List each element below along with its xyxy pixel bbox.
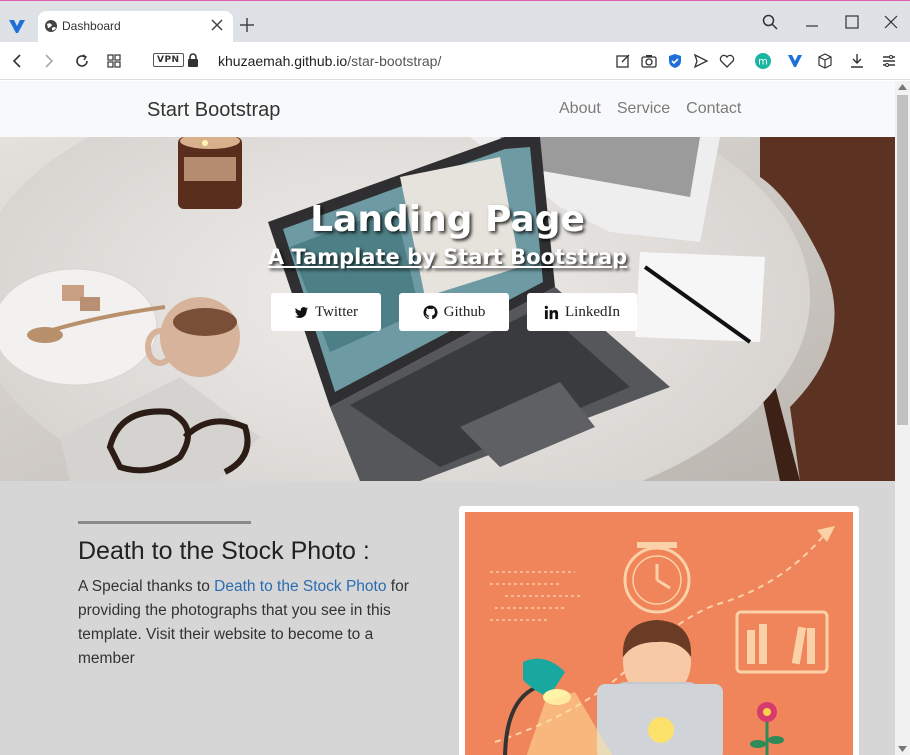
site-navbar: Start Bootstrap About Service Contact <box>0 81 895 137</box>
grid-icon[interactable] <box>106 53 122 69</box>
menu-icon[interactable] <box>881 53 897 69</box>
heart-icon[interactable] <box>719 53 735 69</box>
scroll-up-arrow-icon[interactable] <box>898 84 907 90</box>
scrollbar-thumb[interactable] <box>897 95 908 425</box>
hero-title: Landing Page <box>310 199 585 240</box>
address-bar: VPN khuzaemah.github.io/star-bootstrap/ … <box>0 42 910 80</box>
github-button-label: Github <box>443 303 486 320</box>
tab-title: Dashboard <box>62 19 121 33</box>
page-scrollbar[interactable] <box>895 81 910 755</box>
search-icon[interactable] <box>762 14 778 30</box>
close-window-icon[interactable] <box>883 14 899 30</box>
svg-text:m: m <box>758 57 768 68</box>
linkedin-icon <box>544 305 559 319</box>
reload-icon[interactable] <box>74 53 90 69</box>
twitter-button-label: Twitter <box>314 303 359 320</box>
lock-icon[interactable] <box>187 53 199 67</box>
section-text-intro: A Special thanks to <box>78 578 215 595</box>
download-icon[interactable] <box>849 53 865 69</box>
scroll-down-arrow-icon[interactable] <box>898 746 907 752</box>
send-icon[interactable] <box>693 53 709 69</box>
illustration-card <box>459 506 859 755</box>
linkedin-button[interactable]: LinkedIn <box>527 293 637 331</box>
url-path: /star-bootstrap/ <box>347 53 442 69</box>
death-to-stock-photo-link[interactable]: Death to the Stock Photo <box>214 578 386 595</box>
nav-link-contact[interactable]: Contact <box>686 100 741 118</box>
vivaldi-logo-icon[interactable] <box>8 17 26 35</box>
vivaldi-extension-icon[interactable] <box>787 53 803 69</box>
url-host: khuzaemah.github.io <box>218 53 348 69</box>
twitter-icon <box>294 306 308 318</box>
vpn-badge[interactable]: VPN <box>153 53 184 67</box>
hero-section: Landing Page A Tamplate by Start Bootstr… <box>0 137 895 481</box>
maximize-icon[interactable] <box>844 14 860 30</box>
nav-link-about[interactable]: About <box>559 100 601 118</box>
twitter-button[interactable]: Twitter <box>271 293 381 331</box>
close-tab-icon[interactable] <box>211 19 223 31</box>
shield-icon[interactable] <box>667 53 683 69</box>
nav-links: About Service Contact <box>559 100 741 118</box>
nav-link-service[interactable]: Service <box>617 100 670 118</box>
section-text: A Special thanks to Death to the Stock P… <box>78 575 428 671</box>
linkedin-button-label: LinkedIn <box>565 303 620 320</box>
new-tab-icon[interactable] <box>240 18 254 32</box>
globe-icon <box>45 20 57 32</box>
back-icon[interactable] <box>9 53 25 69</box>
edit-icon[interactable] <box>615 53 631 69</box>
workspace-illustration <box>465 512 853 755</box>
section-title: Death to the Stock Photo : <box>78 537 370 565</box>
url-field[interactable]: khuzaemah.github.io/star-bootstrap/ <box>218 53 441 69</box>
cube-icon[interactable] <box>817 53 833 69</box>
site-brand[interactable]: Start Bootstrap <box>147 99 280 122</box>
hero-subtitle[interactable]: A Tamplate by Start Bootstrap <box>0 245 895 269</box>
github-icon <box>423 304 438 319</box>
section-divider <box>78 521 251 524</box>
extension-m-icon[interactable]: m <box>755 53 771 69</box>
web-page: Start Bootstrap About Service Contact La… <box>0 81 895 755</box>
browser-tab[interactable]: Dashboard <box>38 11 233 43</box>
browser-tab-bar: Dashboard <box>0 0 910 43</box>
minimize-icon[interactable] <box>804 14 820 30</box>
camera-icon[interactable] <box>641 53 657 69</box>
forward-icon[interactable] <box>41 53 57 69</box>
github-button[interactable]: Github <box>399 293 509 331</box>
credits-section: Death to the Stock Photo : A Special tha… <box>0 481 895 755</box>
